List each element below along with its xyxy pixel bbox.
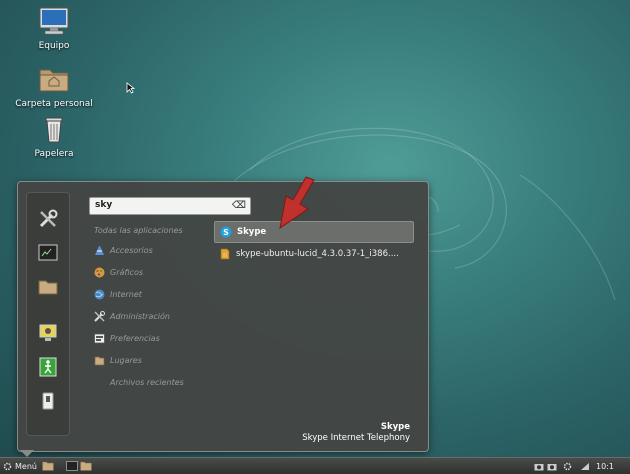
taskbar-launcher-terminal[interactable] [66, 460, 78, 472]
category-label: Gráficos [110, 267, 144, 277]
gear-icon [3, 462, 12, 470]
gear-icon [563, 462, 572, 470]
favorite-logout[interactable] [36, 355, 60, 379]
svg-text:S: S [223, 228, 229, 237]
tray-camera[interactable] [534, 460, 544, 472]
favorite-preferences[interactable] [36, 207, 60, 231]
taskbar: Menú 10:1 [0, 457, 630, 474]
tray-screenshot[interactable] [547, 460, 557, 472]
annotation-arrow-icon [279, 176, 315, 230]
logout-icon [39, 357, 57, 377]
result-label: Skype [237, 227, 267, 237]
category-label: Internet [110, 289, 142, 299]
category-recent-files[interactable]: Archivos recientes [110, 375, 184, 389]
camera-icon [547, 463, 557, 470]
terminal-icon [38, 244, 58, 261]
category-all-applications[interactable]: Todas las aplicaciones [94, 223, 183, 237]
search-input[interactable]: sky ⌫ [89, 197, 251, 215]
folder-icon [42, 461, 54, 471]
selected-app-description: Skype Internet Telephony [302, 433, 410, 443]
category-label: Accesorios [110, 245, 153, 255]
category-accessories[interactable]: Accesorios [94, 243, 153, 257]
desktop-icon-trash[interactable]: Papelera [9, 114, 99, 159]
desktop-icon-label: Equipo [38, 41, 70, 51]
desktop-icon-label: Carpeta personal [15, 99, 93, 109]
tray-settings[interactable] [563, 460, 572, 472]
shutdown-icon [42, 392, 54, 410]
desktop-icon-computer[interactable]: Equipo [9, 6, 99, 51]
folder-icon [38, 280, 58, 295]
skype-icon: S [220, 226, 232, 238]
tray-network[interactable] [580, 460, 590, 472]
menu-button-label: Menú [15, 461, 37, 471]
favorite-files[interactable] [36, 275, 60, 299]
taskbar-launcher-files[interactable] [42, 460, 54, 472]
favorite-lock-screen[interactable] [36, 321, 60, 345]
accessories-icon [95, 245, 104, 255]
taskbar-launcher-files-2[interactable] [80, 460, 92, 472]
category-label: Archivos recientes [110, 377, 184, 387]
clock[interactable]: 10:1 [596, 460, 614, 472]
lock-screen-icon [39, 324, 57, 341]
favorite-shutdown[interactable] [36, 389, 60, 413]
category-internet[interactable]: Internet [94, 287, 142, 301]
result-label: skype-ubuntu-lucid_4.3.0.37-1_i386.... [236, 249, 399, 259]
favorites-bar [26, 192, 70, 436]
folder-icon [80, 461, 92, 471]
administration-icon [94, 310, 105, 322]
desktop-icon-label: Papelera [34, 149, 74, 159]
trash-icon [45, 117, 63, 143]
graphics-icon [94, 267, 105, 277]
mouse-cursor-icon [126, 82, 135, 94]
places-icon [94, 356, 105, 365]
menu-button[interactable]: Menú [3, 460, 37, 472]
preferences-icon [94, 333, 105, 343]
network-icon [581, 462, 589, 470]
terminal-icon [66, 461, 78, 471]
category-graphics[interactable]: Gráficos [94, 265, 143, 279]
category-label: Administración [110, 311, 170, 321]
category-label: Todas las aplicaciones [94, 225, 183, 235]
clear-search-icon[interactable]: ⌫ [232, 200, 246, 211]
menu-pointer [20, 450, 34, 457]
favorite-terminal[interactable] [36, 241, 60, 265]
home-folder-icon [39, 69, 69, 92]
clock-text: 10:1 [596, 461, 614, 471]
application-menu: sky ⌫ Todas las aplicaciones Accesorios … [17, 181, 429, 452]
package-icon [220, 248, 230, 260]
camera-icon [534, 463, 544, 470]
category-administration[interactable]: Administración [94, 309, 170, 323]
computer-icon [39, 7, 69, 35]
internet-icon [94, 289, 105, 299]
category-label: Preferencias [110, 333, 160, 343]
search-input-value: sky [95, 200, 113, 210]
category-label: Lugares [110, 355, 142, 365]
selected-app-title: Skype [380, 422, 410, 432]
tools-icon [39, 209, 58, 228]
desktop-icon-home-folder[interactable]: Carpeta personal [9, 64, 99, 109]
category-places[interactable]: Lugares [94, 353, 142, 367]
category-preferences[interactable]: Preferencias [94, 331, 160, 345]
result-item-skype-package[interactable]: skype-ubuntu-lucid_4.3.0.37-1_i386.... [214, 244, 412, 264]
